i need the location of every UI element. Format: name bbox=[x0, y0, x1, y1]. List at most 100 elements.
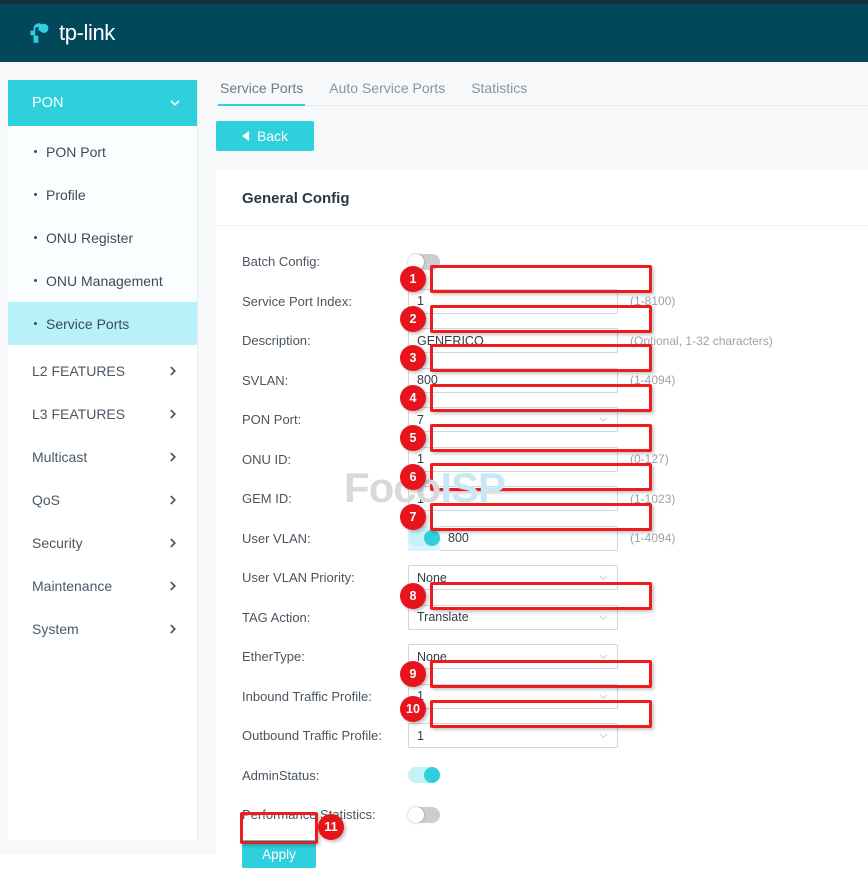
svlan-input[interactable] bbox=[408, 368, 618, 393]
back-button-label: Back bbox=[257, 128, 288, 144]
user-vlan-priority-label: User VLAN Priority: bbox=[216, 570, 408, 585]
tab-statistics[interactable]: Statistics bbox=[469, 80, 529, 105]
sidebar-group-label: PON bbox=[32, 95, 63, 111]
user-vlan-priority-value: None bbox=[417, 571, 447, 585]
field-row-inbound-traffic-profile: Inbound Traffic Profile: 1 bbox=[216, 677, 868, 717]
outbound-traffic-profile-value: 1 bbox=[417, 729, 424, 743]
user-vlan-toggle[interactable] bbox=[408, 526, 440, 551]
inbound-traffic-profile-value: 1 bbox=[417, 689, 424, 703]
toggle-knob bbox=[408, 807, 424, 823]
chevron-right-icon bbox=[167, 408, 179, 420]
sidebar-item-onu-management[interactable]: ONU Management bbox=[8, 259, 197, 302]
tab-auto-service-ports[interactable]: Auto Service Ports bbox=[327, 80, 447, 105]
chevron-down-icon bbox=[598, 414, 609, 425]
bullet-icon bbox=[34, 193, 37, 196]
field-row-user-vlan-priority: User VLAN Priority: None bbox=[216, 558, 868, 598]
field-row-admin-status: AdminStatus: bbox=[216, 756, 868, 796]
bullet-icon bbox=[34, 150, 37, 153]
inbound-traffic-profile-select[interactable]: 1 bbox=[408, 684, 618, 709]
sidebar-item-label: Multicast bbox=[32, 449, 87, 465]
sidebar-item-security[interactable]: Security bbox=[8, 521, 197, 564]
chevron-down-icon bbox=[169, 97, 181, 109]
sidebar: PON PON Port Profile ONU Register bbox=[0, 62, 198, 855]
sidebar-item-label: L2 FEATURES bbox=[32, 363, 125, 379]
service-port-index-input[interactable] bbox=[408, 289, 618, 314]
field-row-description: Description: (Optional, 1-32 characters) bbox=[216, 321, 868, 361]
sidebar-item-label: Security bbox=[32, 535, 83, 551]
chevron-down-icon bbox=[598, 572, 609, 583]
sidebar-item-label: PON Port bbox=[46, 144, 106, 160]
description-hint: (Optional, 1-32 characters) bbox=[630, 334, 773, 348]
batch-config-toggle[interactable] bbox=[408, 254, 440, 270]
config-form: FocoISP Batch Config: Service Port Index… bbox=[216, 226, 868, 874]
inbound-traffic-profile-label: Inbound Traffic Profile: bbox=[216, 689, 408, 704]
field-row-outbound-traffic-profile: Outbound Traffic Profile: 1 bbox=[216, 716, 868, 756]
chevron-down-icon bbox=[598, 612, 609, 623]
onu-id-hint: (0-127) bbox=[630, 452, 669, 466]
sidebar-item-maintenance[interactable]: Maintenance bbox=[8, 564, 197, 607]
sidebar-item-l2-features[interactable]: L2 FEATURES bbox=[8, 349, 197, 392]
tab-service-ports[interactable]: Service Ports bbox=[218, 80, 305, 105]
sidebar-item-system[interactable]: System bbox=[8, 607, 197, 650]
field-row-onu-id: ONU ID: (0-127) bbox=[216, 440, 868, 480]
chevron-right-icon bbox=[167, 451, 179, 463]
chevron-right-icon bbox=[167, 580, 179, 592]
tab-bar: Service Ports Auto Service Ports Statist… bbox=[216, 80, 868, 106]
general-config-panel: General Config FocoISP Batch Config: Ser… bbox=[216, 170, 868, 874]
bullet-icon bbox=[34, 322, 37, 325]
field-row-gem-id: GEM ID: (1-1023) bbox=[216, 479, 868, 519]
sidebar-item-service-ports[interactable]: Service Ports bbox=[8, 302, 197, 345]
onu-id-label: ONU ID: bbox=[216, 452, 408, 467]
chevron-right-icon bbox=[167, 537, 179, 549]
tag-action-select[interactable]: Translate bbox=[408, 605, 618, 630]
field-row-batch-config: Batch Config: bbox=[216, 242, 868, 282]
sidebar-sub-list: PON Port Profile ONU Register ONU Manage… bbox=[8, 126, 197, 349]
toggle-track bbox=[408, 530, 440, 546]
field-row-user-vlan: User VLAN: (1-4094) bbox=[216, 519, 868, 559]
user-vlan-input[interactable] bbox=[440, 526, 618, 551]
sidebar-item-label: L3 FEATURES bbox=[32, 406, 125, 422]
gem-id-input[interactable] bbox=[408, 486, 618, 511]
toggle-knob bbox=[424, 530, 440, 546]
user-vlan-priority-select[interactable]: None bbox=[408, 565, 618, 590]
sidebar-item-qos[interactable]: QoS bbox=[8, 478, 197, 521]
pon-port-select[interactable]: 7 bbox=[408, 407, 618, 432]
sidebar-item-multicast[interactable]: Multicast bbox=[8, 435, 197, 478]
sidebar-group-pon[interactable]: PON bbox=[8, 80, 197, 126]
back-button[interactable]: Back bbox=[216, 121, 314, 151]
admin-status-toggle[interactable] bbox=[408, 767, 440, 783]
sidebar-item-label: ONU Management bbox=[46, 273, 163, 289]
sidebar-item-profile[interactable]: Profile bbox=[8, 173, 197, 216]
onu-id-input[interactable] bbox=[408, 447, 618, 472]
sidebar-item-label: Profile bbox=[46, 187, 86, 203]
description-input[interactable] bbox=[408, 328, 618, 353]
main-content: Service Ports Auto Service Ports Statist… bbox=[198, 62, 868, 855]
toggle-knob bbox=[424, 767, 440, 783]
tag-action-label: TAG Action: bbox=[216, 610, 408, 625]
apply-button[interactable]: Apply bbox=[242, 840, 316, 868]
pon-port-value: 7 bbox=[417, 413, 424, 427]
field-row-service-port-index: Service Port Index: (1-8100) bbox=[216, 282, 868, 322]
chevron-down-icon bbox=[598, 651, 609, 662]
outbound-traffic-profile-select[interactable]: 1 bbox=[408, 723, 618, 748]
service-port-index-hint: (1-8100) bbox=[630, 294, 675, 308]
sidebar-item-label: Service Ports bbox=[46, 316, 129, 332]
ethertype-label: EtherType: bbox=[216, 649, 408, 664]
field-row-performance-statistics: Performance Statistics: bbox=[216, 795, 868, 835]
field-row-svlan: SVLAN: (1-4094) bbox=[216, 361, 868, 401]
performance-statistics-label: Performance Statistics: bbox=[216, 807, 408, 822]
pon-port-label: PON Port: bbox=[216, 412, 408, 427]
chevron-right-icon bbox=[167, 494, 179, 506]
svlan-label: SVLAN: bbox=[216, 373, 408, 388]
ethertype-select[interactable]: None bbox=[408, 644, 618, 669]
outbound-traffic-profile-label: Outbound Traffic Profile: bbox=[216, 728, 408, 743]
sidebar-item-label: System bbox=[32, 621, 79, 637]
gem-id-label: GEM ID: bbox=[216, 491, 408, 506]
sidebar-item-l3-features[interactable]: L3 FEATURES bbox=[8, 392, 197, 435]
sidebar-item-onu-register[interactable]: ONU Register bbox=[8, 216, 197, 259]
toggle-knob bbox=[408, 254, 424, 270]
sidebar-item-pon-port[interactable]: PON Port bbox=[8, 130, 197, 173]
performance-statistics-toggle[interactable] bbox=[408, 807, 440, 823]
field-row-tag-action: TAG Action: Translate bbox=[216, 598, 868, 638]
field-row-pon-port: PON Port: 7 bbox=[216, 400, 868, 440]
